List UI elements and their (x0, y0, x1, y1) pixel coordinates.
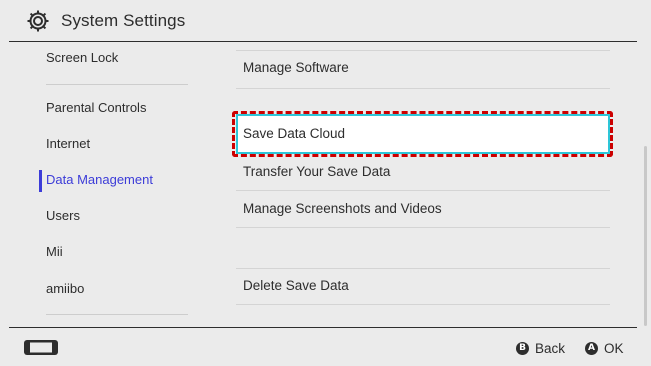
menu-item-save-data-cloud[interactable]: Save Data Cloud (236, 114, 610, 154)
menu-item-manage-screenshots[interactable]: Manage Screenshots and Videos (243, 199, 442, 219)
menu-item-manage-software[interactable]: Manage Software (243, 58, 349, 78)
row-divider (236, 268, 610, 269)
row-divider (236, 190, 610, 191)
row-divider (236, 50, 610, 51)
console-icon (24, 340, 58, 355)
sidebar-item-users[interactable]: Users (46, 206, 80, 226)
sidebar-item-screen-lock[interactable]: Screen Lock (46, 48, 118, 68)
page-title: System Settings (61, 11, 186, 30)
sidebar-divider (46, 84, 188, 85)
row-divider (236, 304, 610, 305)
a-button-icon: A (585, 341, 598, 355)
main-list: Manage Software Save Data Cloud Transfer… (205, 42, 651, 327)
sidebar-item-amiibo[interactable]: amiibo (46, 279, 84, 299)
sidebar-item-internet[interactable]: Internet (46, 134, 90, 154)
sidebar: Screen Lock Parental Controls Internet D… (0, 42, 205, 327)
footer-divider (9, 327, 637, 328)
ok-label: OK (604, 340, 624, 356)
gear-icon (27, 10, 49, 32)
menu-item-transfer-save-data[interactable]: Transfer Your Save Data (243, 162, 390, 182)
active-indicator (39, 170, 42, 192)
back-label: Back (535, 340, 566, 356)
row-divider (236, 227, 610, 228)
menu-item-label: Save Data Cloud (243, 126, 346, 141)
sidebar-item-mii[interactable]: Mii (46, 242, 63, 262)
back-button[interactable]: B Back (516, 339, 565, 357)
scrollbar[interactable] (644, 146, 647, 326)
sidebar-item-data-management[interactable]: Data Management (46, 170, 153, 190)
menu-item-delete-save-data[interactable]: Delete Save Data (243, 276, 349, 296)
row-divider (236, 88, 610, 89)
sidebar-item-parental-controls[interactable]: Parental Controls (46, 98, 146, 118)
b-button-icon: B (516, 341, 529, 355)
ok-button[interactable]: A OK (585, 339, 624, 357)
header: System Settings (0, 0, 651, 42)
sidebar-divider (46, 314, 188, 315)
